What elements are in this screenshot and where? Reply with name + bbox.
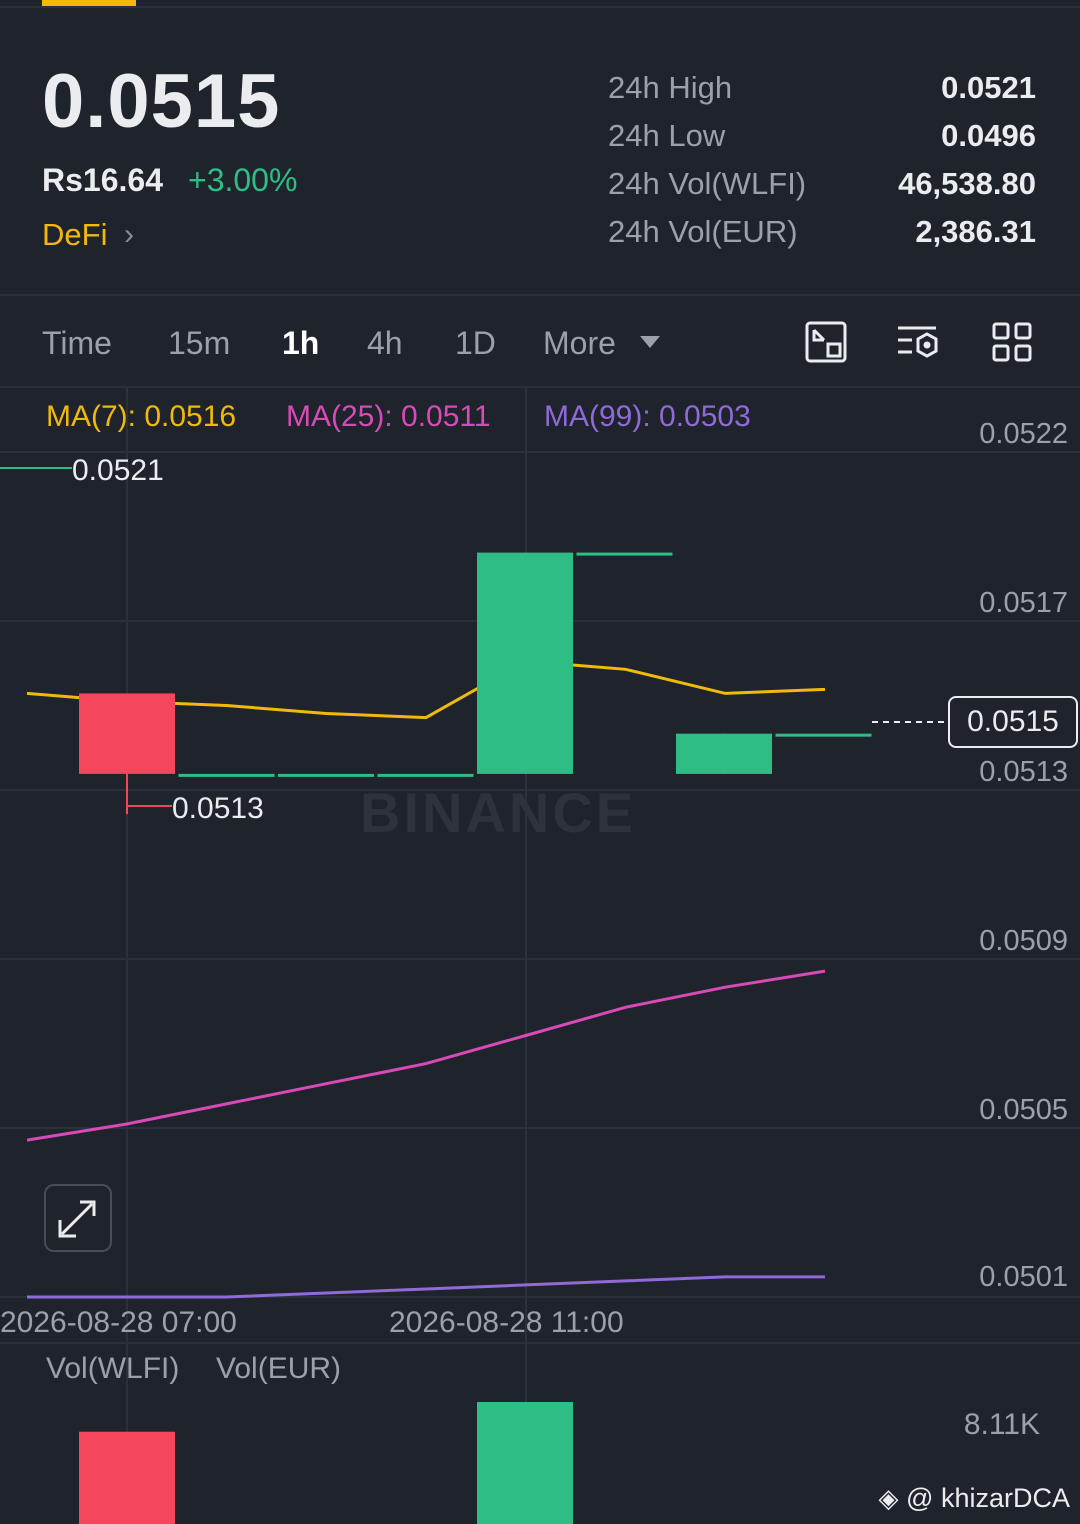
volume-wlfi-label[interactable]: Vol(WLFI) [46,1352,179,1386]
candle-body [775,733,872,737]
high-marker-label: 0.0521 [72,454,164,487]
candle-body [178,773,275,777]
current-price-label: 0.0515 [948,696,1078,748]
y-tick-label: 0.0513 [979,756,1068,788]
y-tick-label: 0.0509 [979,925,1068,957]
candles [79,552,948,815]
x-tick-label: 2026-08-28 11:00 [389,1306,624,1339]
moving-average-lines [0,467,826,1299]
price-chart[interactable] [0,0,1080,1524]
candle-body [278,773,374,777]
candle-body [377,773,474,777]
binance-logo-icon: ◈ [878,1483,899,1513]
volume-bar [79,1431,175,1524]
y-tick-label: 0.0522 [979,418,1068,450]
volume-divider [0,1342,1080,1344]
volume-y-tick: 8.11K [963,1408,1040,1441]
volume-bars [79,1402,573,1524]
y-tick-label: 0.0517 [979,587,1068,619]
credit-label: ◈ @ khizarDCA [878,1483,1070,1513]
candle-body [477,552,573,774]
candle-body [79,693,175,774]
ma-line-2 [27,1275,825,1299]
candle-body [676,733,772,774]
x-tick-label: 2026-08-28 07:00 [0,1306,237,1339]
y-tick-label: 0.0501 [979,1261,1068,1293]
candle-body [576,552,673,556]
y-tick-label: 0.0505 [979,1094,1068,1126]
volume-eur-label[interactable]: Vol(EUR) [216,1352,341,1386]
ma-line-1 [26,969,826,1142]
fullscreen-button[interactable] [44,1184,112,1252]
binance-watermark: BINANCE [360,781,637,844]
volume-bar [477,1402,573,1524]
low-marker-label: 0.0513 [172,792,264,825]
expand-arrows-icon [58,1200,96,1238]
